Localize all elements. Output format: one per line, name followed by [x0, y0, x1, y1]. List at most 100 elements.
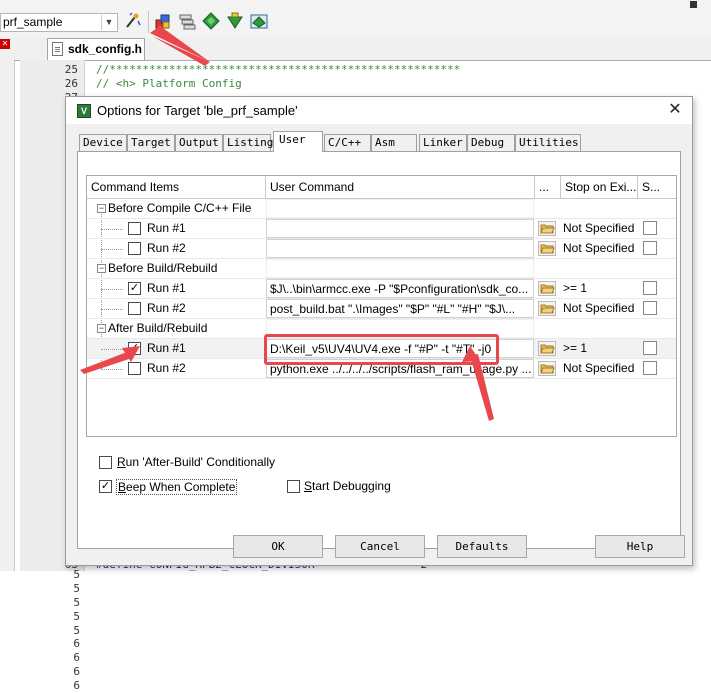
run-label: Run #1 [147, 341, 186, 355]
run-checkbox[interactable] [128, 362, 141, 375]
run-row[interactable]: Run #2 post_build.bat ".\Images" "$P" "#L… [87, 299, 676, 319]
stop-on-exit-value[interactable]: >= 1 [561, 339, 636, 358]
code-line: // <h> Platform Config [96, 77, 242, 90]
tab-listing[interactable]: Listing [223, 134, 273, 151]
run-checkbox[interactable] [128, 242, 141, 255]
tab-output[interactable]: Output [175, 134, 223, 151]
run-label: Run #2 [147, 301, 186, 315]
run-row[interactable]: Run #2 Not Specified [87, 239, 676, 259]
target-select[interactable]: prf_sample ▼ [0, 13, 118, 32]
tab-asm[interactable]: Asm [371, 134, 417, 151]
collapse-icon[interactable]: − [97, 204, 106, 213]
group-label: After Build/Rebuild [108, 321, 208, 335]
tab-utilities[interactable]: Utilities [515, 134, 581, 151]
close-icon[interactable]: ✕ [666, 101, 684, 119]
folder-icon[interactable] [538, 241, 556, 256]
group-row[interactable]: − Before Build/Rebuild [87, 259, 676, 279]
beep-when-complete-checkbox[interactable]: ✓ [99, 480, 112, 493]
line-number-fragment: 6 [73, 679, 80, 693]
ok-button[interactable]: OK [233, 535, 323, 558]
user-command-field[interactable] [266, 219, 534, 238]
folder-icon[interactable] [538, 361, 556, 376]
stop-on-exit-value[interactable]: Not Specified [561, 299, 636, 318]
user-command-field[interactable]: post_build.bat ".\Images" "$P" "#L" "#H"… [266, 299, 534, 318]
group-command-cell [266, 259, 534, 278]
run-label: Run #2 [147, 241, 186, 255]
run-checkbox[interactable] [128, 222, 141, 235]
line-number-fragment: 5 [73, 581, 80, 595]
run-label: Run #1 [147, 281, 186, 295]
user-commands-grid: Command Items User Command ... Stop on E… [86, 175, 677, 437]
column-header-s[interactable]: S... [638, 176, 676, 199]
s-checkbox[interactable] [643, 281, 657, 295]
folder-icon[interactable] [538, 221, 556, 236]
line-number-fragment: 6 [73, 651, 80, 665]
pack-installer-icon[interactable] [250, 12, 268, 30]
tree-line [101, 229, 123, 231]
options-dialog: V Options for Target 'ble_prf_sample' ✕ … [65, 96, 693, 566]
stop-on-exit-value[interactable]: >= 1 [561, 279, 636, 298]
line-number-fragment: 5 [73, 623, 80, 637]
help-button[interactable]: Help [595, 535, 685, 558]
manage-runtime-icon[interactable] [226, 12, 244, 30]
stop-on-exit-value[interactable]: Not Specified [561, 239, 636, 258]
highlight-box [264, 334, 499, 365]
target-select-value: prf_sample [3, 15, 63, 29]
column-header-items[interactable]: Command Items [87, 176, 266, 199]
user-command-field[interactable] [266, 239, 534, 258]
tab-device[interactable]: Device [79, 134, 127, 151]
column-header-stop[interactable]: Stop on Exi... [561, 176, 638, 199]
folder-icon[interactable] [538, 341, 556, 356]
tab-linker[interactable]: Linker [419, 134, 467, 151]
line-number: 26 [64, 77, 78, 90]
group-label: Before Compile C/C++ File [108, 201, 252, 215]
s-checkbox[interactable] [643, 241, 657, 255]
code-line: //**************************************… [96, 63, 461, 76]
chevron-down-icon[interactable]: ▼ [101, 15, 116, 30]
stop-on-exit-value[interactable]: Not Specified [561, 359, 636, 378]
options-for-target-icon[interactable] [124, 12, 142, 30]
user-command-field[interactable]: $J\..\bin\armcc.exe -P "$Pconfiguration\… [266, 279, 534, 298]
defaults-button[interactable]: Defaults [437, 535, 527, 558]
run-row[interactable]: ✓ Run #1 $J\..\bin\armcc.exe -P "$Pconfigu… [87, 279, 676, 299]
collapse-icon[interactable]: − [97, 324, 106, 333]
batch-build-icon[interactable] [178, 12, 196, 30]
run-row[interactable]: Run #1 Not Specified [87, 219, 676, 239]
dialog-title: Options for Target 'ble_prf_sample' [97, 103, 298, 118]
stop-on-exit-value[interactable]: Not Specified [561, 219, 636, 238]
group-row[interactable]: − Before Compile C/C++ File [87, 199, 676, 219]
column-header-command[interactable]: User Command [266, 176, 535, 199]
window-control-icon[interactable] [690, 1, 697, 8]
column-header-browse[interactable]: ... [535, 176, 561, 199]
cancel-button[interactable]: Cancel [335, 535, 425, 558]
uvision-logo-icon: V [77, 104, 91, 118]
s-checkbox[interactable] [643, 221, 657, 235]
s-checkbox[interactable] [643, 301, 657, 315]
tab-debug[interactable]: Debug [467, 134, 515, 151]
s-checkbox[interactable] [643, 361, 657, 375]
run-checkbox[interactable]: ✓ [128, 282, 141, 295]
manage-project-items-icon[interactable] [154, 12, 172, 30]
select-packs-icon[interactable] [202, 12, 220, 30]
tab-label: sdk_config.h [68, 42, 143, 56]
project-panel-edge [0, 38, 15, 571]
tab-user[interactable]: User [273, 131, 323, 152]
beep-when-complete-label: Beep When Complete [116, 479, 238, 495]
line-number-fragment: 5 [73, 609, 80, 623]
run-after-build-checkbox[interactable] [99, 456, 112, 469]
line-number-fragment: 5 [73, 595, 80, 609]
start-debugging-checkbox[interactable] [287, 480, 300, 493]
close-icon[interactable]: ✕ [0, 39, 10, 49]
group-command-cell [266, 199, 534, 218]
run-after-build-label: Run 'After-Build' Conditionally [117, 455, 275, 469]
tab-target[interactable]: Target [127, 134, 175, 151]
tab-c-cpp[interactable]: C/C++ [324, 134, 371, 151]
run-checkbox[interactable] [128, 302, 141, 315]
collapse-icon[interactable]: − [97, 264, 106, 273]
s-checkbox[interactable] [643, 341, 657, 355]
tab-sdk-config[interactable]: sdk_config.h [47, 38, 145, 60]
run-checkbox[interactable]: ✓ [128, 342, 141, 355]
folder-icon[interactable] [538, 301, 556, 316]
tree-line [101, 249, 123, 251]
folder-icon[interactable] [538, 281, 556, 296]
